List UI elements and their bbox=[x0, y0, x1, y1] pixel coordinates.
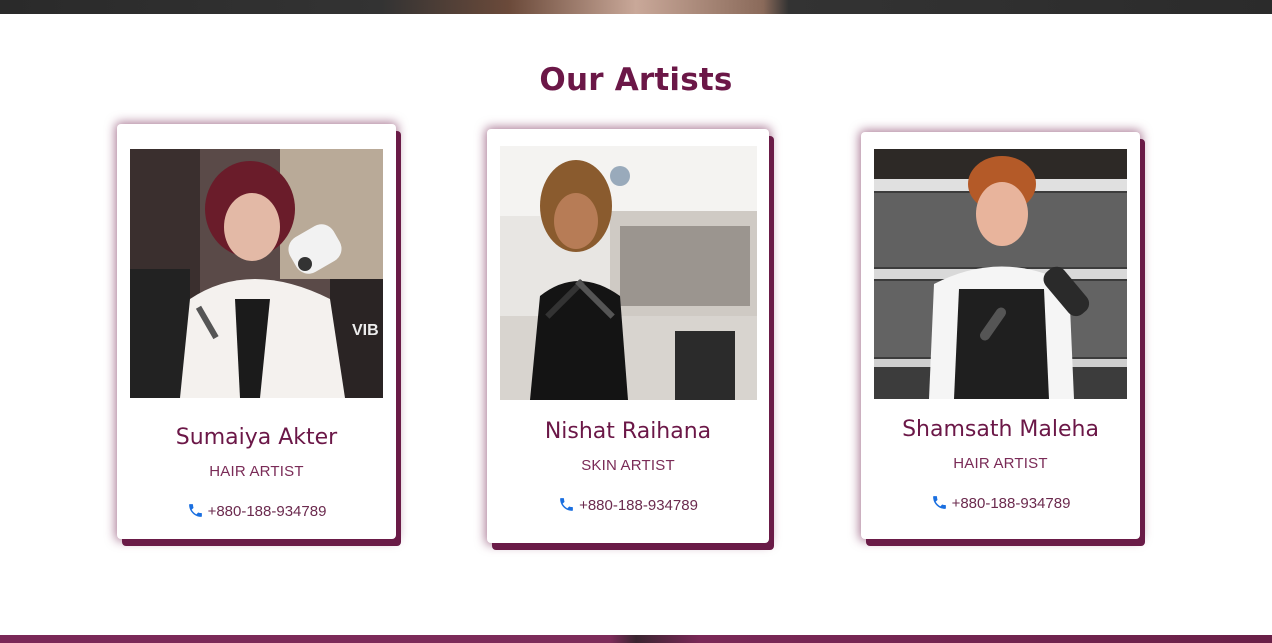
phone-number: +880-188-934789 bbox=[207, 503, 327, 520]
artist-name: Nishat Raihana bbox=[544, 419, 712, 444]
artist-card: VIB Sumaiya Akter HAIR ARTIST +880-188-9… bbox=[117, 124, 396, 539]
photo-sign-text: VIB bbox=[352, 322, 379, 339]
section-title: Our Artists bbox=[539, 62, 733, 98]
artist-name: Shamsath Maleha bbox=[902, 417, 1099, 442]
phone-icon bbox=[932, 496, 946, 509]
artist-card: Shamsath Maleha HAIR ARTIST +880-188-934… bbox=[861, 132, 1140, 539]
next-section-top-edge bbox=[0, 635, 1272, 643]
phone-icon bbox=[560, 498, 573, 511]
phone-number: +880-188-934789 bbox=[951, 495, 1071, 512]
phone-number: +880-188-934789 bbox=[579, 497, 698, 514]
artist-phone[interactable]: +880-188-934789 bbox=[861, 494, 1140, 512]
artist-photo bbox=[500, 146, 757, 400]
artist-photo: VIB bbox=[130, 149, 383, 398]
artist-role: SKIN ARTIST bbox=[581, 457, 675, 474]
artist-role: HAIR ARTIST bbox=[209, 463, 304, 480]
artist-phone[interactable]: +880-188-934789 bbox=[487, 496, 769, 514]
hero-banner-bottom-edge bbox=[0, 0, 1272, 14]
artist-role: HAIR ARTIST bbox=[953, 455, 1048, 472]
artist-name: Sumaiya Akter bbox=[175, 425, 338, 450]
artist-phone[interactable]: +880-188-934789 bbox=[117, 502, 396, 520]
phone-icon bbox=[188, 504, 202, 517]
artist-photo bbox=[874, 149, 1127, 399]
artist-card: Nishat Raihana SKIN ARTIST +880-188-9347… bbox=[487, 129, 769, 543]
